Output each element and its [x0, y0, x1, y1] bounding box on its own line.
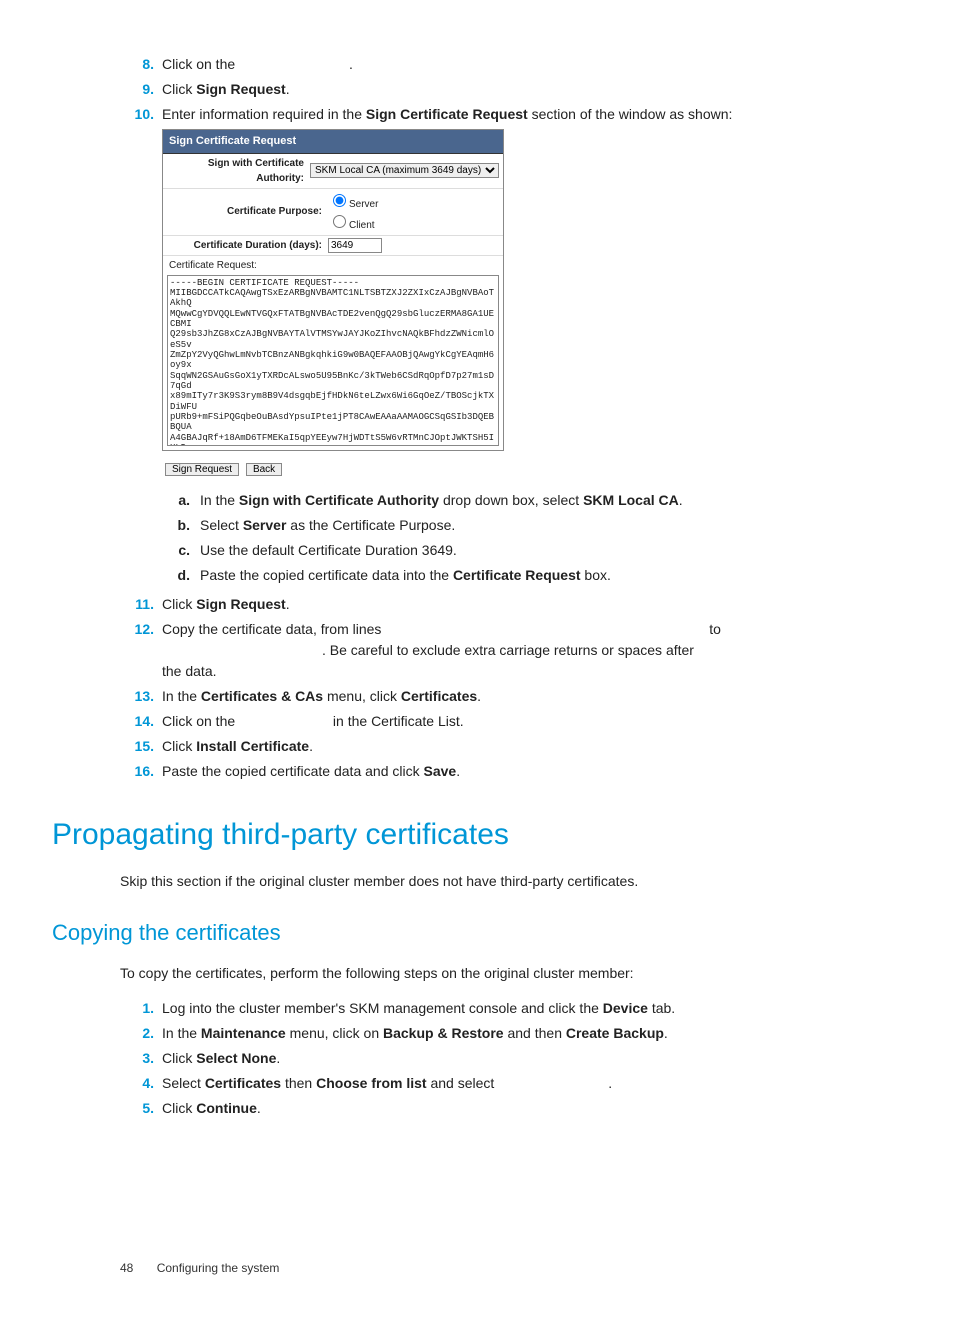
step-8: 8. Click on the . — [120, 54, 854, 75]
step-16: 16. Paste the copied certificate data an… — [120, 761, 854, 782]
copying-steps: 1. Log into the cluster member's SKM man… — [120, 998, 854, 1119]
sub-steps-a-d: a. In the Sign with Certificate Authorit… — [162, 490, 854, 586]
step-14: 14. Click on the in the Certificate List… — [120, 711, 854, 732]
row-authority: Sign with Certificate Authority: SKM Loc… — [163, 154, 503, 189]
purpose-client[interactable]: Client — [328, 212, 499, 233]
copy-step-2: 2. In the Maintenance menu, click on Bac… — [120, 1023, 854, 1044]
heading-copying: Copying the certificates — [52, 916, 854, 949]
sign-certificate-request-panel: Sign Certificate Request Sign with Certi… — [162, 129, 504, 451]
duration-input[interactable] — [328, 238, 382, 253]
radio-client[interactable] — [333, 215, 346, 228]
footer-title: Configuring the system — [157, 1261, 280, 1275]
purpose-label: Certificate Purpose: — [167, 204, 328, 219]
step-13: 13. In the Certificates & CAs menu, clic… — [120, 686, 854, 707]
step-12: 12. Copy the certificate data, from line… — [120, 619, 854, 682]
copy-step-4: 4. Select Certificates then Choose from … — [120, 1073, 854, 1094]
back-button[interactable]: Back — [246, 463, 282, 476]
copy-step-1: 1. Log into the cluster member's SKM man… — [120, 998, 854, 1019]
row-duration: Certificate Duration (days): — [163, 236, 503, 256]
copy-step-5: 5. Click Continue. — [120, 1098, 854, 1119]
sub-step-b: b. Select Server as the Certificate Purp… — [162, 515, 854, 536]
step-9: 9. Click Sign Request. — [120, 79, 854, 100]
sub-step-a: a. In the Sign with Certificate Authorit… — [162, 490, 854, 511]
step-15: 15. Click Install Certificate. — [120, 736, 854, 757]
duration-input-wrap — [328, 238, 499, 253]
sub-step-c: c. Use the default Certificate Duration … — [162, 540, 854, 561]
propagating-intro: Skip this section if the original cluste… — [120, 871, 854, 892]
steps-8-to-16: 8. Click on the . 9. Click Sign Request.… — [120, 54, 854, 782]
page-footer: 48 Configuring the system — [120, 1259, 854, 1277]
authority-select[interactable]: SKM Local CA (maximum 3649 days) — [310, 163, 499, 178]
copying-intro: To copy the certificates, perform the fo… — [120, 963, 854, 984]
step-text: Enter information required in the Sign C… — [162, 104, 854, 590]
step-text: Click Sign Request. — [162, 79, 854, 100]
cert-request-textarea[interactable]: -----BEGIN CERTIFICATE REQUEST----- MIIB… — [167, 275, 499, 446]
panel-title: Sign Certificate Request — [163, 130, 503, 154]
authority-select-wrap: SKM Local CA (maximum 3649 days) — [310, 163, 499, 178]
purpose-server[interactable]: Server — [328, 191, 499, 212]
row-purpose: Certificate Purpose: Server Client — [163, 189, 503, 236]
copy-step-3: 3. Click Select None. — [120, 1048, 854, 1069]
heading-propagating: Propagating third-party certificates — [52, 812, 854, 857]
radio-server[interactable] — [333, 194, 346, 207]
cert-request-label: Certificate Request: — [163, 256, 503, 275]
sign-request-button[interactable]: Sign Request — [165, 463, 239, 476]
duration-label: Certificate Duration (days): — [167, 238, 328, 253]
authority-label: Sign with Certificate Authority: — [167, 156, 310, 186]
step-number: 9. — [120, 79, 162, 100]
page-number: 48 — [120, 1261, 133, 1275]
step-10: 10. Enter information required in the Si… — [120, 104, 854, 590]
purpose-options: Server Client — [328, 191, 499, 233]
step-11: 11. Click Sign Request. — [120, 594, 854, 615]
step-number: 10. — [120, 104, 162, 125]
sub-step-d: d. Paste the copied certificate data int… — [162, 565, 854, 586]
step-text: Click on the . — [162, 54, 854, 75]
panel-buttons: Sign Request Back — [162, 455, 854, 484]
step-number: 8. — [120, 54, 162, 75]
